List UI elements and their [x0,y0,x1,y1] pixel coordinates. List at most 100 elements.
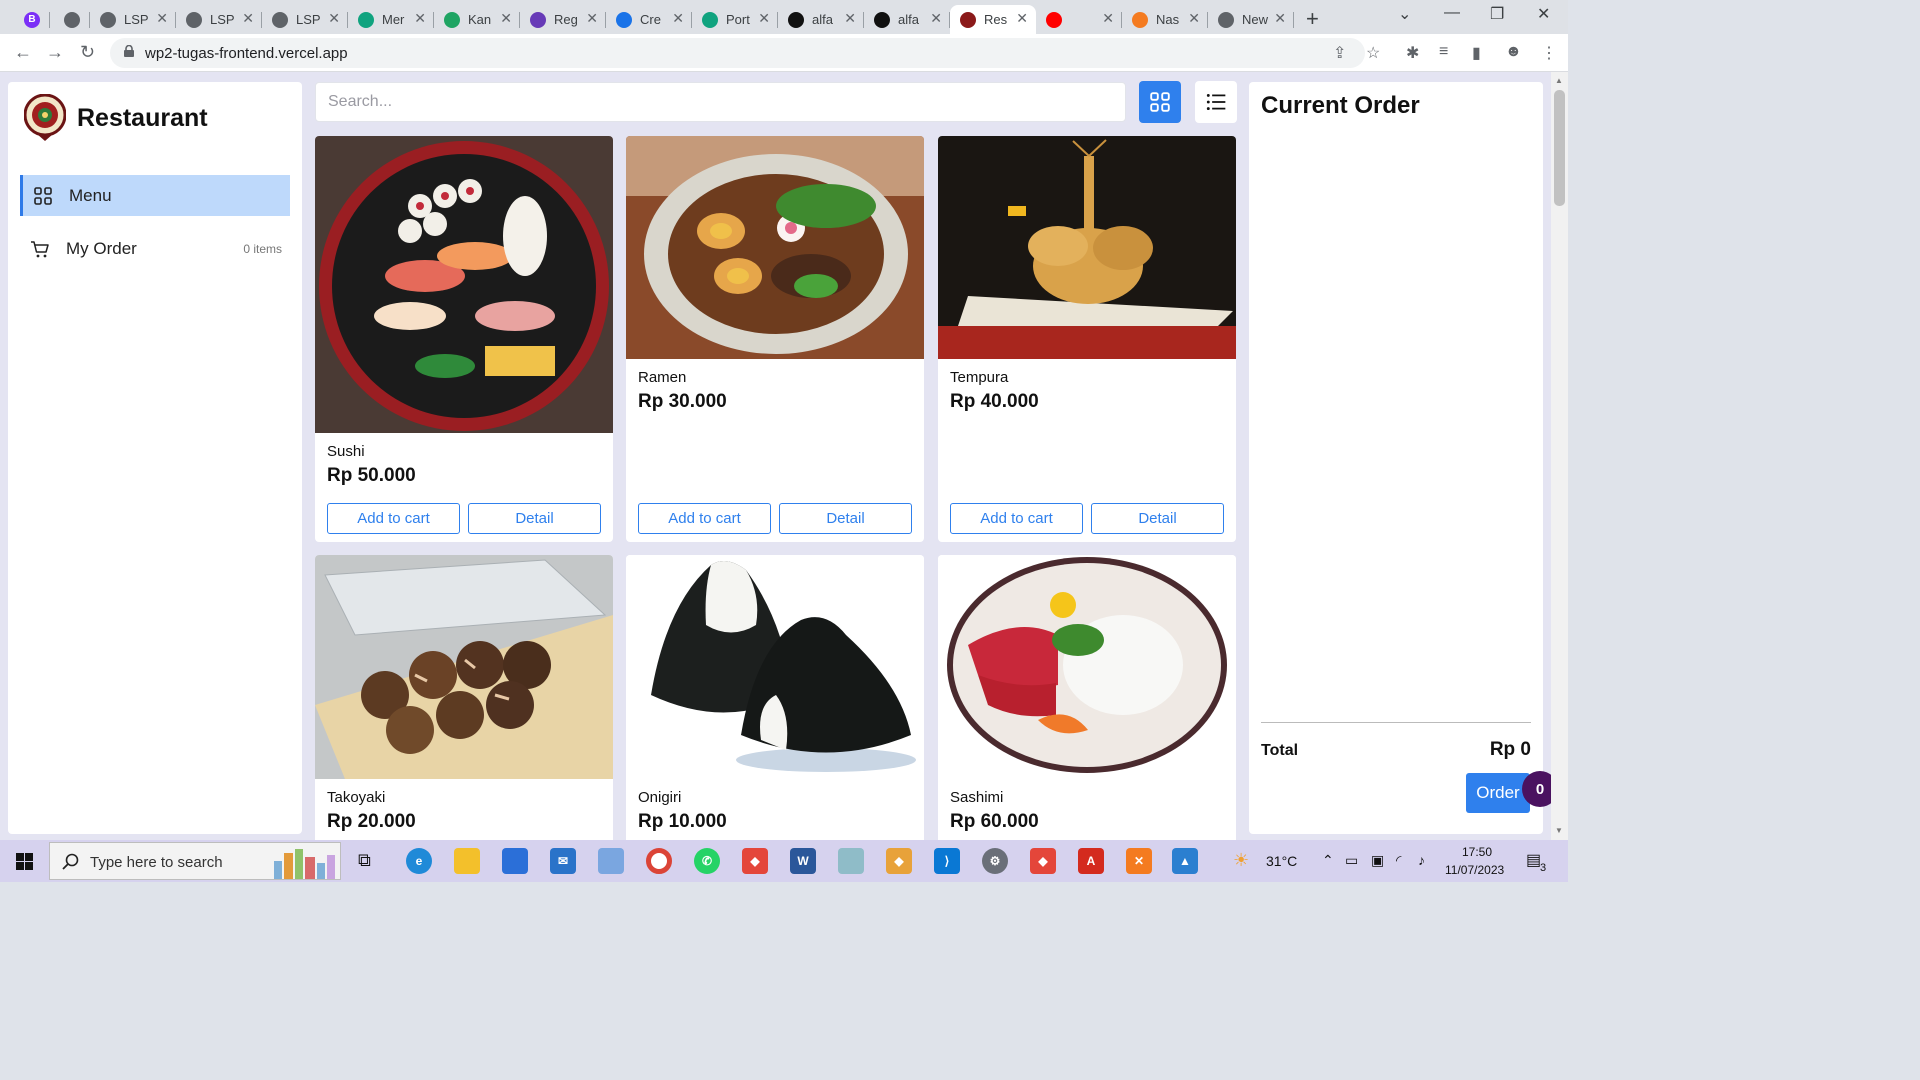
anydesk-icon-2[interactable]: ◆ [1030,848,1056,874]
sidebar: Restaurant Menu My Order 0 items [8,82,302,834]
taskbar-search-box[interactable]: Type here to search [49,842,341,880]
word-icon[interactable]: W [790,848,816,874]
clock-time[interactable]: 17:50 [1462,845,1492,859]
close-tab-icon[interactable]: ✕ [156,10,168,27]
close-tab-icon[interactable]: ✕ [500,10,512,27]
minimize-icon[interactable]: — [1444,4,1460,22]
weather-temperature[interactable]: 31°C [1266,853,1297,869]
close-tab-icon[interactable]: ✕ [1102,10,1114,27]
task-view-icon[interactable]: ⧉ [358,850,371,871]
browser-tab[interactable] [54,5,90,34]
browser-tab[interactable]: Cre ✕ [606,5,692,34]
app-icon[interactable] [598,848,624,874]
search-input[interactable] [315,82,1126,122]
scroll-down-icon[interactable]: ▼ [1555,826,1563,835]
close-tab-icon[interactable]: ✕ [1274,10,1286,27]
sidebar-item-menu[interactable]: Menu [20,175,290,216]
new-tab-button[interactable]: + [1306,6,1319,32]
address-bar[interactable]: wp2-tugas-frontend.vercel.app [110,38,1365,68]
detail-button[interactable]: Detail [779,503,912,534]
menu-item-price: Rp 50.000 [327,465,416,486]
close-tab-icon[interactable]: ✕ [414,10,426,27]
weather-icon[interactable]: ☀ [1233,850,1249,871]
clock-date[interactable]: 11/07/2023 [1445,863,1504,877]
browser-tab[interactable]: Reg ✕ [520,5,606,34]
extensions-icon[interactable]: ✱ [1406,43,1419,63]
close-tab-icon[interactable]: ✕ [328,10,340,27]
vscode-icon[interactable]: ⟩ [934,848,960,874]
close-tab-icon[interactable]: ✕ [1016,10,1028,27]
browser-tab[interactable]: New ✕ [1208,5,1294,34]
mail-icon[interactable]: ✉ [550,848,576,874]
close-tab-icon[interactable]: ✕ [930,10,942,27]
tab-favicon-icon [358,11,374,28]
detail-button[interactable]: Detail [1091,503,1224,534]
media-control-icon[interactable]: ≡ [1439,43,1448,61]
back-icon[interactable]: ← [14,42,32,63]
tray-chevron-icon[interactable]: ⌃ [1322,852,1334,869]
browser-tab[interactable]: Port ✕ [692,5,778,34]
add-to-cart-button[interactable]: Add to cart [327,503,460,534]
browser-tab[interactable]: LSP ✕ [262,5,348,34]
browser-tab[interactable]: alfa ✕ [864,5,950,34]
browser-tab[interactable]: ✕ [1036,5,1122,34]
browser-tab[interactable]: Nas ✕ [1122,5,1208,34]
scrollbar-thumb[interactable] [1554,90,1565,206]
tab-favicon-icon [1046,11,1062,28]
volume-icon[interactable]: ♪ [1418,852,1425,868]
browser-menu-icon[interactable]: ⋮ [1541,43,1557,63]
browser-tab[interactable]: Res ✕ [950,5,1036,34]
notification-count: 3 [1540,862,1547,874]
close-tab-icon[interactable]: ✕ [586,10,598,27]
tab-search-icon[interactable]: ⌄ [1398,4,1411,24]
battery-icon[interactable]: ▭ [1345,852,1358,869]
scroll-up-icon[interactable]: ▲ [1555,76,1563,85]
wifi-icon[interactable]: ◜ [1396,852,1401,869]
add-to-cart-button[interactable]: Add to cart [638,503,771,534]
whatsapp-icon[interactable]: ✆ [694,848,720,874]
browser-tab[interactable]: LSP ✕ [90,5,176,34]
anydesk-icon[interactable]: ◆ [742,848,768,874]
order-button[interactable]: Order [1466,773,1530,813]
meet-icon[interactable]: ▣ [1371,852,1384,869]
app-icon-2[interactable] [838,848,864,874]
app-icon-3[interactable]: ◆ [886,848,912,874]
pdf-reader-icon[interactable]: A [1078,848,1104,874]
settings-icon[interactable]: ⚙ [982,848,1008,874]
bookmark-star-icon[interactable]: ☆ [1366,43,1380,63]
page-scrollbar[interactable]: ▲ ▼ [1551,72,1568,840]
add-to-cart-button[interactable]: Add to cart [950,503,1083,534]
close-tab-icon[interactable]: ✕ [242,10,254,27]
windows-start-icon[interactable] [16,853,33,870]
side-panel-icon[interactable]: ▮ [1472,43,1481,63]
share-icon[interactable]: ⇪ [1333,43,1346,63]
file-explorer-icon[interactable] [454,848,480,874]
notification-icon[interactable]: ▤ [1526,850,1541,870]
browser-tab[interactable]: B [14,5,50,34]
detail-button[interactable]: Detail [468,503,601,534]
browser-tab[interactable]: alfa ✕ [778,5,864,34]
edge-icon[interactable]: e [406,848,432,874]
total-label: Total [1261,742,1299,759]
close-window-icon[interactable]: ✕ [1537,4,1550,24]
grid-view-button[interactable] [1139,81,1181,123]
restore-icon[interactable]: ❐ [1490,4,1504,24]
photos-icon[interactable]: ▲ [1172,848,1198,874]
tab-title: Kan [468,12,492,27]
chrome-icon[interactable] [646,848,672,874]
profile-avatar-icon[interactable]: ☻ [1505,43,1522,61]
store-icon[interactable] [502,848,528,874]
close-tab-icon[interactable]: ✕ [1188,10,1200,27]
xampp-icon[interactable]: ✕ [1126,848,1152,874]
takoyaki-image [315,555,613,779]
sidebar-item-my-order[interactable]: My Order 0 items [20,228,290,269]
browser-tab[interactable]: Kan ✕ [434,5,520,34]
reload-icon[interactable]: ↻ [80,42,95,63]
close-tab-icon[interactable]: ✕ [672,10,684,27]
close-tab-icon[interactable]: ✕ [844,10,856,27]
list-view-button[interactable] [1195,81,1237,123]
browser-tab[interactable]: Mer ✕ [348,5,434,34]
browser-tab[interactable]: LSP ✕ [176,5,262,34]
forward-icon[interactable]: → [46,42,64,63]
close-tab-icon[interactable]: ✕ [758,10,770,27]
